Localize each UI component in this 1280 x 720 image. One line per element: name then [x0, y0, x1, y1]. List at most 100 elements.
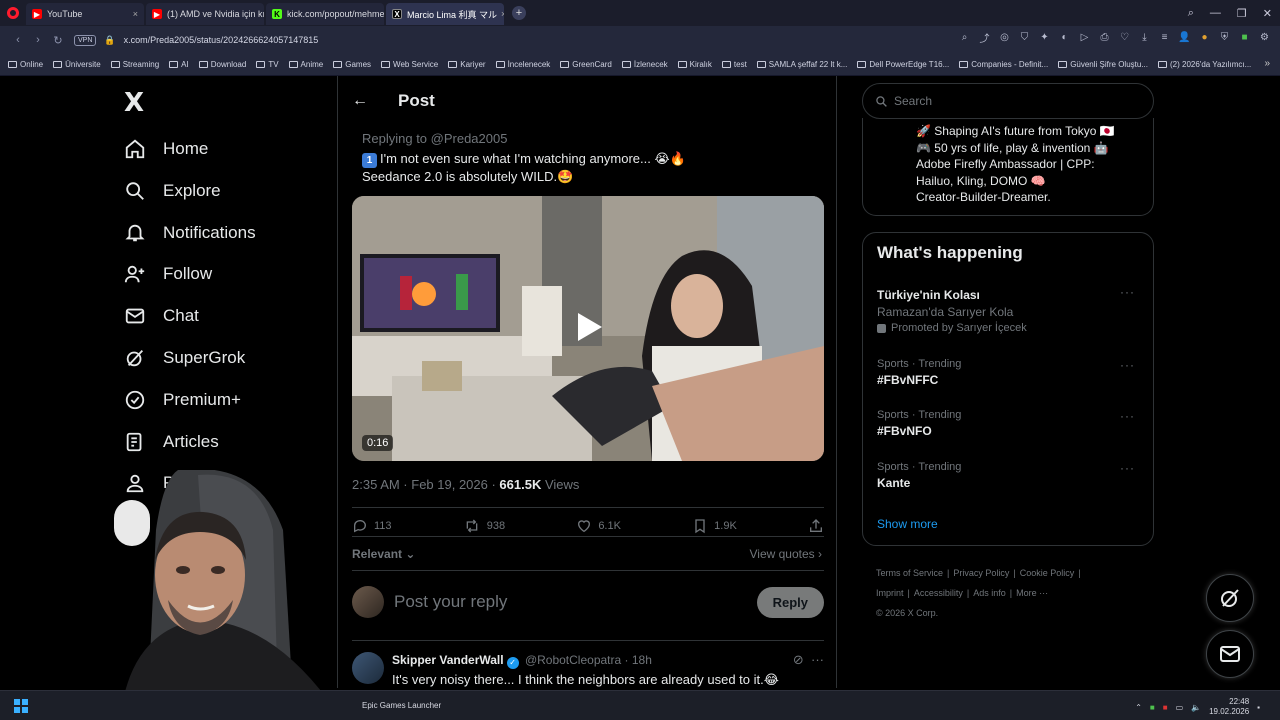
more-icon[interactable]: ···: [811, 652, 824, 667]
monitor-icon[interactable]: ▭: [1176, 703, 1184, 712]
bookmark-item[interactable]: AI: [169, 60, 189, 69]
tracker-icon[interactable]: ◐: [1059, 32, 1070, 43]
maximize-icon[interactable]: ❐: [1237, 7, 1247, 20]
bookmark-item[interactable]: Dell PowerEdge T16...: [857, 60, 949, 69]
speaker-icon[interactable]: 🔈: [1191, 703, 1201, 712]
bookmark-item[interactable]: İzlenecek: [621, 60, 668, 69]
bookmark-item[interactable]: TV: [256, 60, 279, 69]
nav-premium[interactable]: Premium+: [124, 385, 241, 415]
share-icon[interactable]: ⤴: [979, 32, 990, 45]
footer-link[interactable]: Terms of Service: [876, 568, 943, 578]
bookmark-item[interactable]: Games: [333, 60, 371, 69]
trend-item[interactable]: Sports · Trending Kante ···: [877, 461, 1143, 490]
vpn-badge[interactable]: VPN: [74, 34, 97, 46]
close-window-icon[interactable]: ✕: [1263, 7, 1272, 20]
bookmark-item[interactable]: Kiralık: [677, 60, 712, 69]
footer-link[interactable]: Imprint: [876, 588, 904, 598]
share-action[interactable]: [808, 518, 824, 534]
bookmark-item[interactable]: Web Service: [381, 60, 438, 69]
bookmark-item[interactable]: Companies - Definit...: [959, 60, 1048, 69]
minimize-icon[interactable]: —: [1210, 7, 1221, 19]
more-icon[interactable]: ···: [1120, 285, 1135, 299]
show-more-link[interactable]: Show more: [877, 517, 938, 531]
chevron-up-icon[interactable]: ⌃: [1135, 703, 1142, 712]
play-icon[interactable]: [578, 313, 602, 341]
new-tab-button[interactable]: +: [512, 6, 526, 20]
play-icon[interactable]: ▷: [1079, 32, 1090, 43]
more-icon[interactable]: ···: [1120, 358, 1135, 372]
green-ext-icon[interactable]: ■: [1239, 32, 1250, 43]
bookmark-item[interactable]: Download: [198, 60, 246, 69]
video-player[interactable]: 0:16: [352, 196, 824, 461]
screenshot-icon[interactable]: ⎙: [1099, 32, 1110, 43]
bookmark-item[interactable]: Anime: [288, 60, 323, 69]
bookmark-action[interactable]: 1.9K: [692, 518, 737, 534]
more-icon[interactable]: ···: [1120, 461, 1135, 475]
chrome-ext-icon[interactable]: ●: [1199, 32, 1210, 43]
bookmark-item[interactable]: Üniversite: [53, 60, 101, 69]
lock-icon[interactable]: 🔒: [104, 35, 115, 46]
close-tab-icon[interactable]: ×: [497, 9, 504, 19]
view-quotes-link[interactable]: View quotes ›: [750, 547, 823, 561]
clock[interactable]: 22:48 19.02.2026: [1209, 697, 1249, 717]
reply-input[interactable]: Post your reply: [394, 592, 757, 612]
forward-icon[interactable]: ›: [28, 34, 48, 46]
nav-supergrok[interactable]: SuperGrok: [124, 343, 245, 373]
footer-link[interactable]: Accessibility: [914, 588, 963, 598]
footer-link[interactable]: Cookie Policy: [1020, 568, 1075, 578]
bookmark-item[interactable]: GreenCard: [560, 60, 612, 69]
account-icon[interactable]: 👤: [1178, 32, 1190, 43]
nav-follow[interactable]: Follow: [124, 259, 212, 289]
replying-to[interactable]: Replying to @Preda2005: [362, 131, 507, 146]
footer-link[interactable]: More ···: [1016, 588, 1048, 598]
nav-home[interactable]: Home: [124, 134, 208, 164]
taskbar-app[interactable]: Epic Games Launcher: [362, 701, 441, 710]
reply-author-handle[interactable]: @RobotCleopatra: [525, 653, 621, 667]
menu-icon[interactable]: ≡: [1159, 32, 1170, 43]
zoom-icon[interactable]: ⌕: [959, 32, 970, 43]
bookmark-item[interactable]: test: [721, 60, 747, 69]
close-tab-icon[interactable]: ×: [129, 9, 138, 19]
tab-search-icon[interactable]: ⌕: [1188, 7, 1194, 20]
camera-icon[interactable]: ◎: [999, 32, 1010, 43]
bookmark-item[interactable]: Online: [8, 60, 43, 69]
nav-chat[interactable]: Chat: [124, 301, 199, 331]
messages-fab-button[interactable]: [1206, 630, 1254, 678]
trend-item[interactable]: Sports · Trending #FBvNFO ···: [877, 409, 1143, 438]
more-icon[interactable]: ···: [1120, 409, 1135, 423]
grok-fab-button[interactable]: [1206, 574, 1254, 622]
nav-notifications[interactable]: Notifications: [124, 218, 256, 248]
notification-icon[interactable]: ▪: [1257, 703, 1260, 712]
reload-icon[interactable]: ↻: [48, 34, 68, 47]
x-logo[interactable]: X: [124, 88, 144, 118]
puzzle-icon[interactable]: ⚙: [1259, 32, 1270, 43]
opera-logo-icon[interactable]: [0, 0, 26, 26]
bookmark-item[interactable]: SAMLA şeffaf 22 lt k...: [756, 60, 847, 69]
shield-icon[interactable]: ⛉: [1019, 32, 1030, 43]
nav-explore[interactable]: Explore: [124, 176, 221, 206]
bookmarks-overflow-icon[interactable]: »: [1264, 58, 1270, 69]
sort-dropdown[interactable]: Relevant ⌄: [352, 547, 415, 561]
heart-icon[interactable]: ♡: [1119, 32, 1130, 43]
repost-action[interactable]: 938: [463, 518, 505, 534]
url-field[interactable]: x.com/Preda2005/status/20242666240571478…: [124, 35, 319, 45]
footer-link[interactable]: Ads info: [973, 588, 1006, 598]
download-icon[interactable]: ⤓: [1139, 32, 1150, 43]
bookmark-item[interactable]: (2) 2026'da Yazılımcı...: [1158, 60, 1251, 69]
back-icon[interactable]: ‹: [8, 34, 28, 46]
search-input[interactable]: Search: [862, 83, 1154, 119]
reply-action[interactable]: 113: [352, 518, 392, 534]
bookmark-item[interactable]: Güvenli Şifre Oluştu...: [1058, 60, 1148, 69]
ext-shield-icon[interactable]: ⛨: [1219, 32, 1230, 43]
tab-kick[interactable]: K kick.com/popout/mehme ×: [266, 3, 384, 25]
grok-icon[interactable]: ⊘: [793, 652, 804, 667]
reply-button[interactable]: Reply: [756, 586, 824, 618]
windows-start-icon[interactable]: [14, 699, 28, 713]
tab-amd-nvidia[interactable]: ▶ (1) AMD ve Nvidia için kır ×: [146, 3, 264, 25]
back-arrow-icon[interactable]: ←: [352, 92, 372, 110]
tab-youtube[interactable]: ▶ YouTube ×: [26, 3, 144, 25]
post-timestamp[interactable]: 2:35 AM · Feb 19, 2026 ·: [352, 477, 499, 492]
nvidia-icon[interactable]: ■: [1150, 703, 1155, 712]
footer-link[interactable]: Privacy Policy: [953, 568, 1009, 578]
trend-item[interactable]: Sports · Trending #FBvNFFC ···: [877, 358, 1143, 387]
